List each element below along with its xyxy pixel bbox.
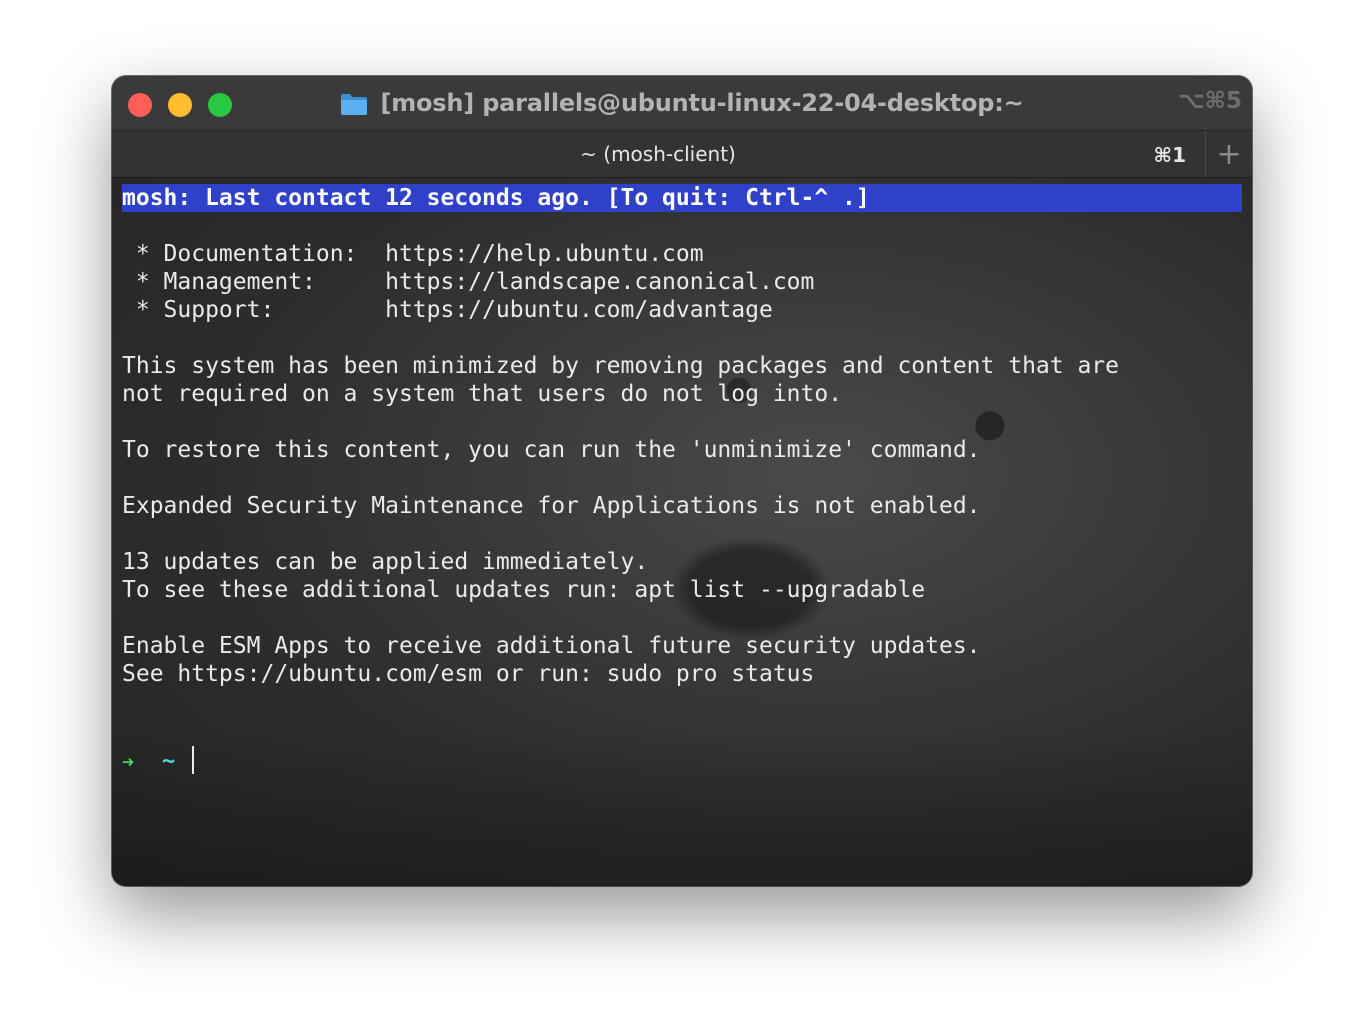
title-bar[interactable]: [mosh] parallels@ubuntu-linux-22-04-desk…: [112, 76, 1252, 130]
terminal-line: This system has been minimized by removi…: [122, 353, 1119, 379]
text-cursor[interactable]: [192, 746, 194, 774]
terminal-line: * Management: https://landscape.canonica…: [122, 269, 815, 295]
plus-icon: +: [1216, 136, 1242, 172]
terminal-line: * Documentation: https://help.ubuntu.com: [122, 241, 704, 267]
terminal-line: Expanded Security Maintenance for Applic…: [122, 493, 981, 519]
new-tab-button[interactable]: +: [1205, 131, 1252, 177]
window-title: [mosh] parallels@ubuntu-linux-22-04-desk…: [380, 89, 1024, 117]
tab-shortcut: ⌘1: [1153, 143, 1186, 167]
terminal-line: Enable ESM Apps to receive additional fu…: [122, 633, 981, 659]
window-title-container: [mosh] parallels@ubuntu-linux-22-04-desk…: [112, 76, 1252, 130]
terminal-line: To restore this content, you can run the…: [122, 437, 981, 463]
terminal-line: not required on a system that users do n…: [122, 381, 843, 407]
tab-bar: ~ (mosh-client) ⌘1 +: [112, 130, 1252, 178]
tab-mosh-client[interactable]: ~ (mosh-client): [112, 131, 1204, 177]
terminal-line: See https://ubuntu.com/esm or run: sudo …: [122, 661, 815, 687]
tab-label: ~ (mosh-client): [580, 142, 736, 166]
terminal-line: 13 updates can be applied immediately.: [122, 549, 649, 575]
prompt-directory: ~: [162, 749, 176, 774]
folder-icon: [341, 94, 368, 115]
terminal-window: [mosh] parallels@ubuntu-linux-22-04-desk…: [112, 76, 1252, 886]
terminal-line: * Support: https://ubuntu.com/advantage: [122, 297, 773, 323]
mosh-status-text: mosh: Last contact 12 seconds ago. [To q…: [122, 185, 870, 211]
prompt-arrow-icon: ➜: [122, 750, 135, 774]
window-shortcut: ⌥⌘5: [1178, 88, 1242, 114]
terminal-content[interactable]: mosh: Last contact 12 seconds ago. [To q…: [112, 178, 1252, 886]
terminal-line: To see these additional updates run: apt…: [122, 577, 926, 603]
